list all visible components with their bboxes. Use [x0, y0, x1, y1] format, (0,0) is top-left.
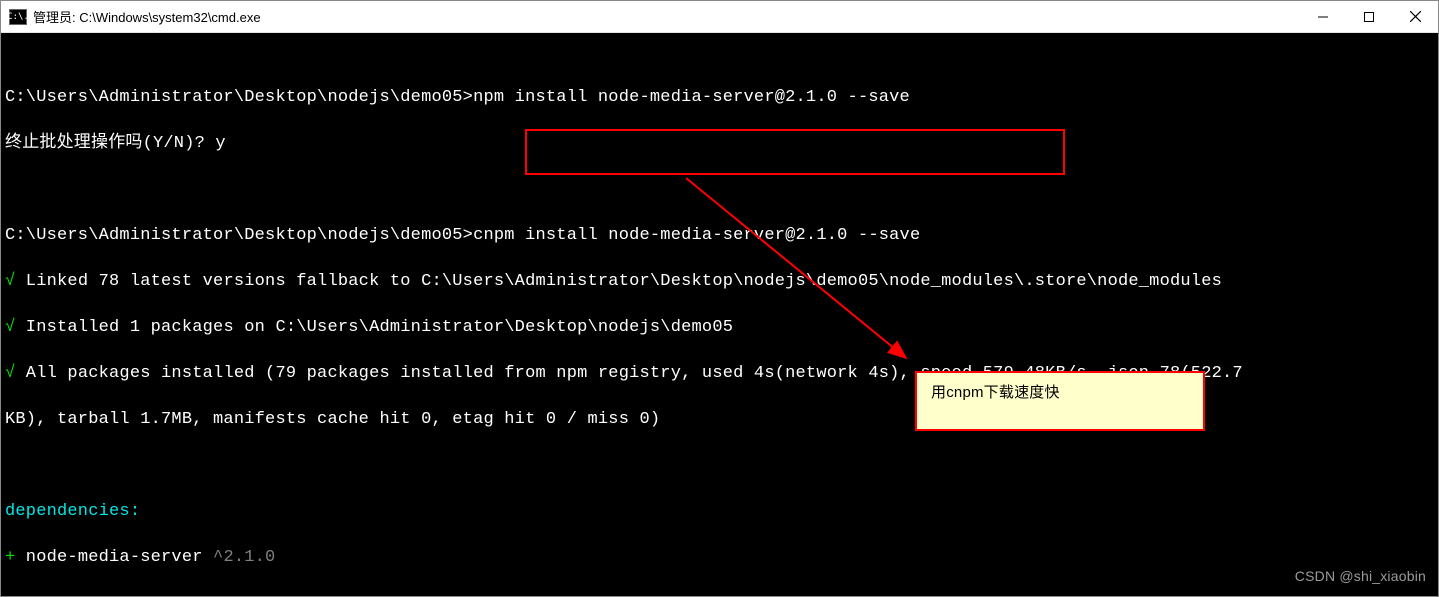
check-icon: √: [5, 318, 15, 337]
dependencies-label: dependencies:: [5, 500, 1434, 523]
output-line-all-packages: √ All packages installed (79 packages in…: [5, 362, 1434, 385]
window-title: 管理员: C:\Windows\system32\cmd.exe: [33, 7, 1300, 26]
output-line-linked: √ Linked 78 latest versions fallback to …: [5, 270, 1434, 293]
command-text: cnpm install node-media-server@2.1.0 --s…: [473, 226, 920, 245]
title-bar[interactable]: C:\. 管理员: C:\Windows\system32\cmd.exe: [1, 1, 1438, 33]
window-controls: [1300, 1, 1438, 32]
maximize-button[interactable]: [1346, 1, 1392, 32]
blank-line: [5, 454, 1434, 477]
close-button[interactable]: [1392, 1, 1438, 32]
annotation-text: 用cnpm下载速度快: [931, 384, 1060, 401]
check-icon: √: [5, 272, 15, 291]
command-text: npm install node-media-server@2.1.0 --sa…: [473, 88, 910, 107]
prompt-line-1: C:\Users\Administrator\Desktop\nodejs\de…: [5, 86, 1434, 109]
package-name: node-media-server: [15, 548, 213, 567]
output-text: Installed 1 packages on C:\Users\Adminis…: [15, 318, 733, 337]
check-icon: √: [5, 364, 15, 383]
watermark: CSDN @shi_xiaobin: [1295, 565, 1426, 588]
output-text: Linked 78 latest versions fallback to C:…: [15, 272, 1222, 291]
package-version: ^2.1.0: [213, 548, 275, 567]
minimize-button[interactable]: [1300, 1, 1346, 32]
terminal-area[interactable]: C:\Users\Administrator\Desktop\nodejs\de…: [1, 33, 1438, 596]
plus-icon: +: [5, 548, 15, 567]
blank-line: [5, 592, 1434, 596]
dependency-entry: + node-media-server ^2.1.0: [5, 546, 1434, 569]
output-line-installed: √ Installed 1 packages on C:\Users\Admin…: [5, 316, 1434, 339]
prompt-line-2: 终止批处理操作吗(Y/N)? y: [5, 132, 1434, 155]
blank-line: [5, 178, 1434, 201]
annotation-box: 用cnpm下载速度快: [915, 371, 1205, 431]
prompt-line-3: C:\Users\Administrator\Desktop\nodejs\de…: [5, 224, 1434, 247]
cmd-icon: C:\.: [9, 9, 27, 25]
prompt-path: C:\Users\Administrator\Desktop\nodejs\de…: [5, 226, 473, 245]
output-line-tarball: KB), tarball 1.7MB, manifests cache hit …: [5, 408, 1434, 431]
prompt-path: C:\Users\Administrator\Desktop\nodejs\de…: [5, 88, 473, 107]
cmd-window: C:\. 管理员: C:\Windows\system32\cmd.exe C:…: [0, 0, 1439, 597]
